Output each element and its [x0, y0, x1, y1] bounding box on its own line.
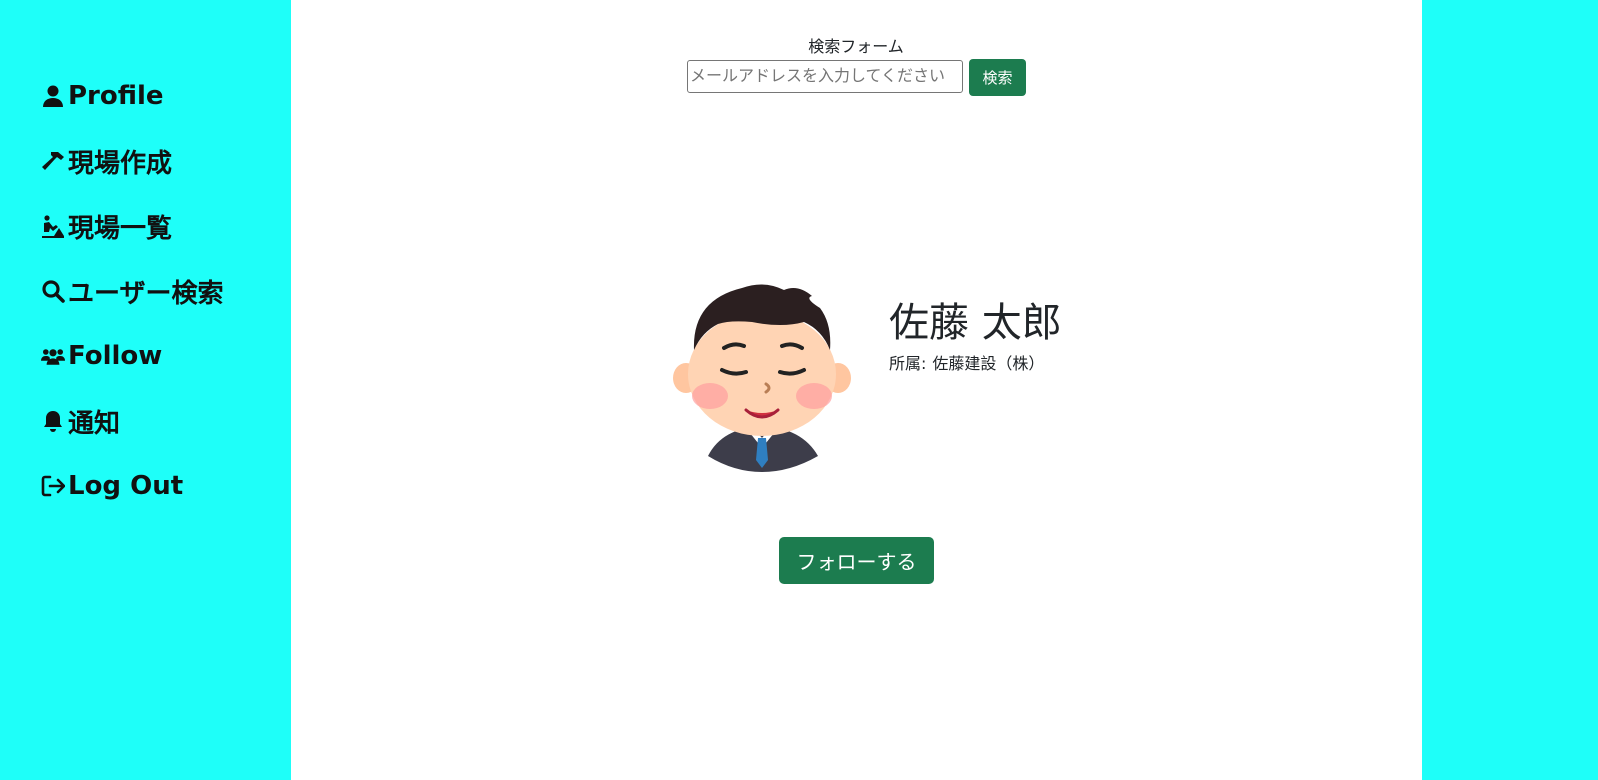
- affiliation-label: 所属:: [889, 354, 927, 373]
- hammer-icon: [40, 148, 66, 174]
- users-icon: [40, 343, 66, 369]
- sidebar-item-label: Profile: [68, 81, 164, 111]
- affiliation-value: 佐藤建設（株）: [932, 354, 1045, 373]
- logout-icon: [40, 473, 66, 499]
- sidebar-item-site-list[interactable]: 現場一覧: [40, 208, 223, 244]
- sidebar-item-label: Log Out: [68, 471, 184, 501]
- affiliation: 所属: 佐藤建設（株）: [889, 350, 1044, 374]
- sidebar-item-create-site[interactable]: 現場作成: [40, 143, 223, 179]
- sidebar-item-label: ユーザー検索: [68, 278, 224, 309]
- sidebar-item-follow[interactable]: Follow: [40, 338, 223, 374]
- sidebar-item-label: 現場作成: [68, 148, 173, 179]
- avatar: [672, 278, 852, 472]
- search-form-label: 検索フォーム: [808, 37, 904, 56]
- right-margin-band: [1422, 0, 1598, 780]
- sidebar-item-notifications[interactable]: 通知: [40, 403, 223, 439]
- sidebar-item-user-search[interactable]: ユーザー検索: [40, 273, 223, 309]
- sidebar-item-profile[interactable]: Profile: [40, 78, 223, 114]
- sidebar-item-label: 通知: [68, 408, 121, 439]
- search-icon: [40, 278, 66, 304]
- user-name: 佐藤 太郎: [889, 300, 1062, 346]
- email-search-input[interactable]: [687, 60, 963, 93]
- sidebar: Profile 現場作成 現場一覧 ユーザー検索 Follow 通知 Log O…: [0, 0, 291, 780]
- user-icon: [40, 83, 66, 109]
- page: Profile 現場作成 現場一覧 ユーザー検索 Follow 通知 Log O…: [0, 0, 1598, 780]
- search-button[interactable]: 検索: [969, 59, 1026, 96]
- sidebar-item-label: Follow: [68, 341, 163, 371]
- follow-button[interactable]: フォローする: [779, 537, 934, 584]
- person-digging-icon: [40, 213, 66, 239]
- sidebar-item-logout[interactable]: Log Out: [40, 468, 223, 504]
- bell-icon: [40, 408, 66, 434]
- sidebar-nav: Profile 現場作成 現場一覧 ユーザー検索 Follow 通知 Log O…: [40, 78, 223, 533]
- sidebar-item-label: 現場一覧: [68, 213, 173, 244]
